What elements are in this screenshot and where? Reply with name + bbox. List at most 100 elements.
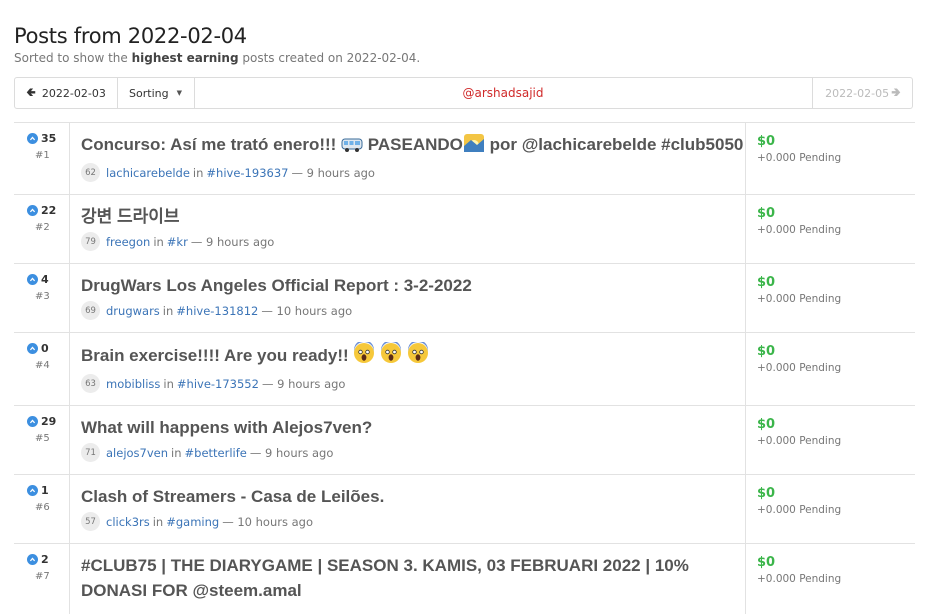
page-subtitle: Sorted to show the highest earning posts…	[14, 51, 420, 65]
face-screaming-emoji-icon	[407, 340, 429, 371]
vote-button[interactable]: 2	[27, 553, 49, 566]
community-link[interactable]: #gaming	[166, 515, 219, 529]
pending-value: +0.000 Pending	[757, 362, 842, 374]
face-screaming-emoji-icon	[380, 340, 402, 371]
pending-value: +0.000 Pending	[757, 504, 842, 516]
vote-count: 2	[41, 553, 49, 566]
community-link[interactable]: #hive-173552	[177, 377, 259, 391]
upvote-chevron-icon	[27, 554, 38, 565]
rank-label: #3	[35, 291, 50, 302]
in-label: in	[171, 445, 182, 460]
vote-button[interactable]: 1	[27, 484, 49, 497]
author-link[interactable]: alejos7ven	[106, 446, 168, 460]
user-filter: @arshadsajid	[194, 78, 812, 108]
date-toolbar: 🢀 2022-02-03 Sorting ▼ @arshadsajid 2022…	[14, 77, 913, 109]
post-meta: 71 alejos7ven in #betterlife — 9 hours a…	[81, 443, 745, 462]
post-time: — 10 hours ago	[261, 303, 353, 318]
post-title[interactable]: Concurso: Así me trató enero!!! PASEANDO…	[81, 132, 745, 160]
rank-label: #2	[35, 222, 50, 233]
subtitle-post: posts created on 2022-02-04.	[242, 51, 421, 65]
vote-count: 0	[41, 342, 49, 355]
post-title[interactable]: DrugWars Los Angeles Official Report : 3…	[81, 273, 745, 298]
earnings-value: $0	[757, 344, 776, 359]
in-label: in	[163, 376, 174, 391]
reputation-badge: 63	[81, 374, 100, 393]
caret-down-icon: ▼	[176, 89, 182, 97]
post-title[interactable]: Clash of Streamers - Casa de Leilões.	[81, 484, 745, 509]
vote-count: 4	[41, 273, 49, 286]
post-row: 29 #5 What will happens with Alejos7ven?…	[14, 406, 915, 475]
vote-column: 22 #2	[14, 195, 70, 263]
vote-count: 29	[41, 415, 57, 428]
page-title: Posts from 2022-02-04	[14, 24, 247, 48]
post-title[interactable]: #CLUB75 | THE DIARYGAME | SEASON 3. KAMI…	[81, 553, 745, 603]
page: Posts from 2022-02-04 Sorted to show the…	[0, 0, 944, 614]
vote-button[interactable]: 4	[27, 273, 49, 286]
community-link[interactable]: #hive-131812	[176, 304, 258, 318]
sorting-dropdown[interactable]: Sorting ▼	[117, 78, 195, 108]
post-title[interactable]: Brain exercise!!!! Are you ready!!	[81, 340, 745, 371]
post-row: 35 #1 Concurso: Así me trató enero!!! PA…	[14, 123, 915, 195]
previous-day-button[interactable]: 🢀 2022-02-03	[15, 78, 118, 108]
vote-column: 2 #7	[14, 544, 70, 614]
author-link[interactable]: mobibliss	[106, 377, 160, 391]
earnings-column: $0 +0.000 Pending	[745, 475, 915, 543]
vote-button[interactable]: 35	[27, 132, 56, 145]
in-label: in	[162, 303, 174, 318]
post-title-part: Concurso: Así me trató enero!!!	[81, 135, 342, 154]
vote-column: 4 #3	[14, 264, 70, 332]
pending-value: +0.000 Pending	[757, 293, 842, 305]
earnings-column: $0 +0.000 Pending	[745, 333, 915, 405]
arrow-left-icon: 🢀	[26, 84, 36, 99]
previous-day-label: 2022-02-03	[41, 86, 106, 100]
reputation-badge: 71	[81, 443, 100, 462]
upvote-chevron-icon	[27, 274, 38, 285]
vote-column: 29 #5	[14, 406, 70, 474]
community-link[interactable]: #betterlife	[185, 446, 247, 460]
author-link[interactable]: drugwars	[106, 304, 160, 318]
vote-count: 35	[41, 132, 57, 145]
vote-button[interactable]: 0	[27, 342, 49, 355]
rank-label: #1	[35, 150, 50, 161]
post-row: 1 #6 Clash of Streamers - Casa de Leilõe…	[14, 475, 915, 544]
earnings-value: $0	[757, 417, 776, 432]
author-link[interactable]: click3rs	[106, 515, 150, 529]
in-label: in	[152, 514, 164, 529]
earnings-column: $0 +0.000 Pending	[745, 544, 915, 614]
pending-value: +0.000 Pending	[757, 573, 842, 585]
post-meta: 63 mobibliss in #hive-173552 — 9 hours a…	[81, 374, 745, 393]
earnings-column: $0 +0.000 Pending	[745, 195, 915, 263]
earnings-value: $0	[757, 206, 776, 221]
post-title[interactable]: 강변 드라이브	[81, 204, 745, 229]
vote-button[interactable]: 22	[27, 204, 56, 217]
author-link[interactable]: freegon	[106, 235, 150, 249]
post-main: Clash of Streamers - Casa de Leilões. 57…	[81, 475, 745, 543]
earnings-value: $0	[757, 486, 776, 501]
next-day-button[interactable]: 2022-02-05 🢂	[812, 78, 913, 108]
post-title[interactable]: What will happens with Alejos7ven?	[81, 415, 745, 440]
vote-button[interactable]: 29	[27, 415, 56, 428]
community-link[interactable]: #hive-193637	[206, 166, 288, 180]
post-meta: 57 click3rs in #gaming — 10 hours ago	[81, 512, 745, 531]
upvote-chevron-icon	[27, 485, 38, 496]
earnings-column: $0 +0.000 Pending	[745, 123, 915, 194]
community-link[interactable]: #kr	[167, 235, 188, 249]
post-row: 22 #2 강변 드라이브 79 freegon in #kr — 9 hour…	[14, 195, 915, 264]
reputation-badge: 62	[81, 163, 100, 182]
post-list: 35 #1 Concurso: Así me trató enero!!! PA…	[14, 122, 915, 614]
vote-column: 0 #4	[14, 333, 70, 405]
reputation-badge: 57	[81, 512, 100, 531]
next-day-label: 2022-02-05	[825, 86, 890, 100]
rank-label: #5	[35, 433, 50, 444]
earnings-column: $0 +0.000 Pending	[745, 406, 915, 474]
vote-column: 35 #1	[14, 123, 70, 194]
post-title-part: Brain exercise!!!! Are you ready!!	[81, 346, 349, 365]
rank-label: #7	[35, 571, 50, 582]
minibus-emoji-icon	[341, 135, 363, 160]
earnings-value: $0	[757, 275, 776, 290]
reputation-badge: 79	[81, 232, 100, 251]
pending-value: +0.000 Pending	[757, 152, 842, 164]
post-time: — 10 hours ago	[222, 514, 314, 529]
author-link[interactable]: lachicarebelde	[106, 166, 190, 180]
subtitle-pre: Sorted to show the	[14, 51, 128, 65]
